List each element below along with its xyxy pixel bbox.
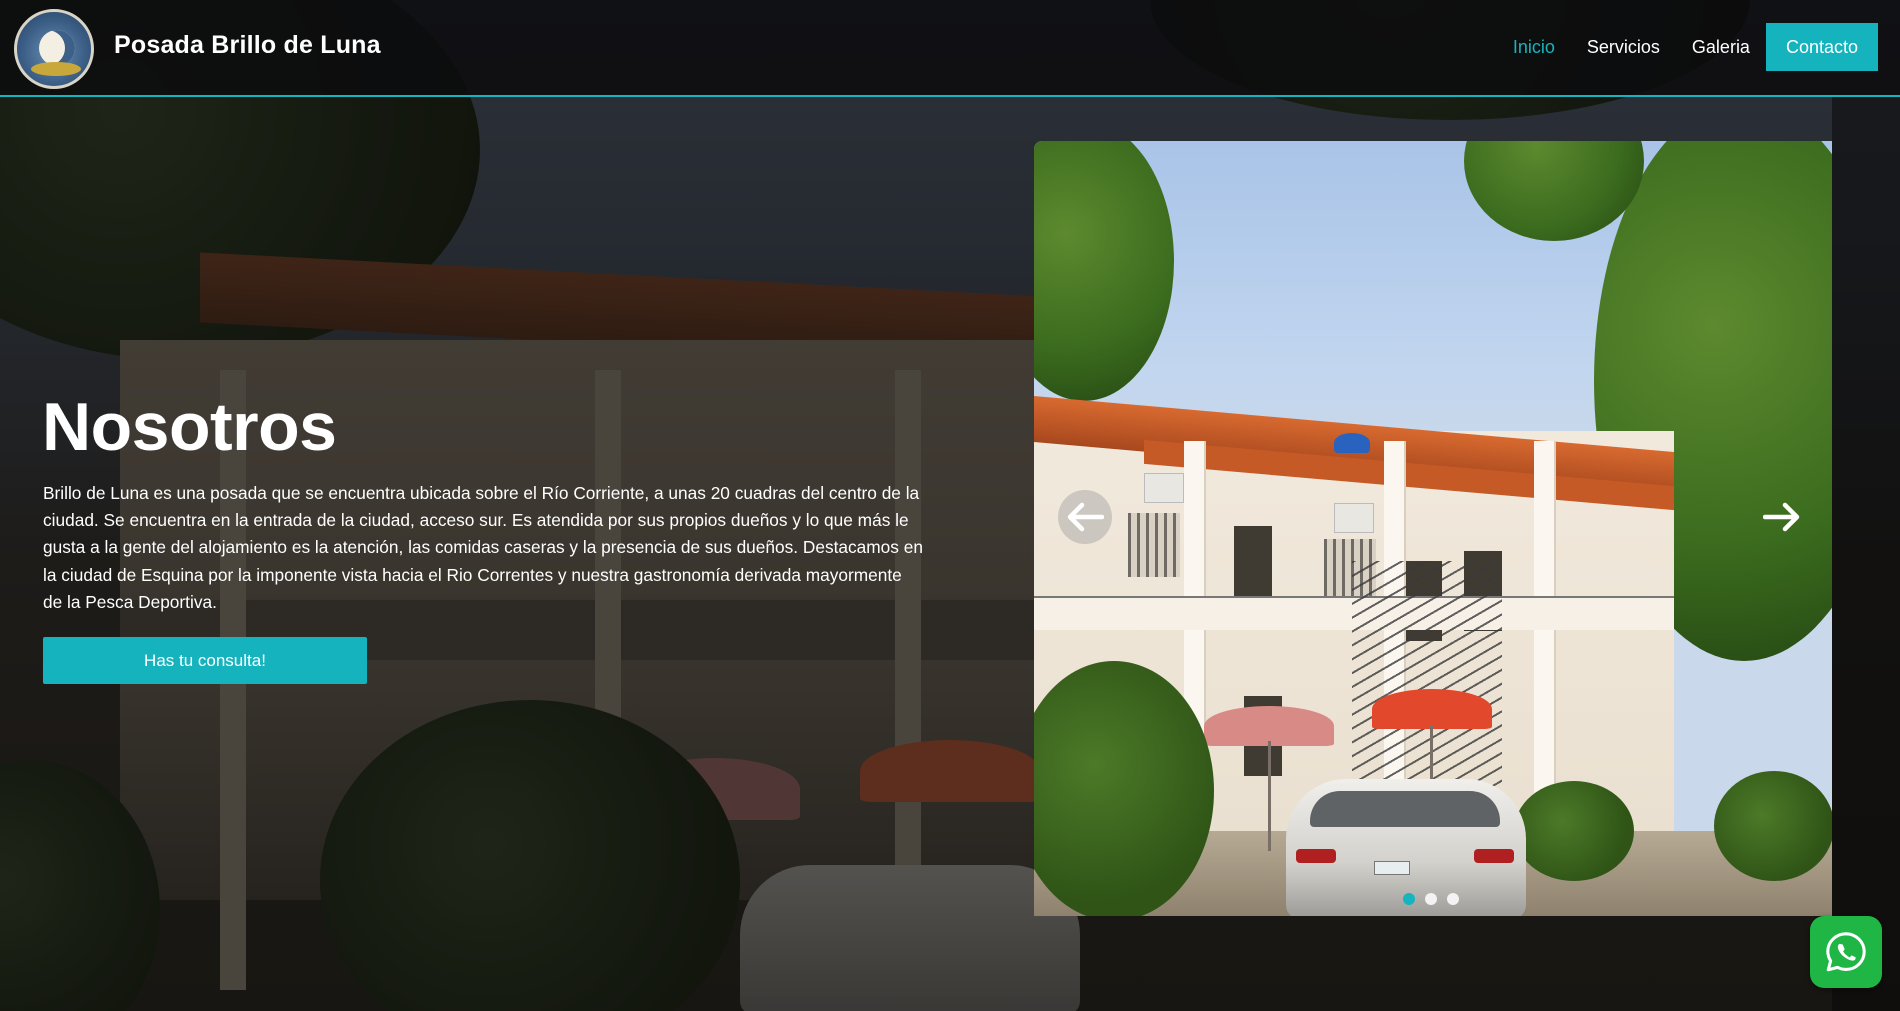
carousel-prev-button[interactable] [1058,490,1112,544]
nav-galeria[interactable]: Galeria [1692,37,1750,58]
posada-logo[interactable] [14,9,94,89]
image-carousel [1034,141,1832,916]
background-edge [1832,97,1900,1011]
nav-contacto-button[interactable]: Contacto [1765,23,1878,71]
arrow-left-icon [1067,502,1104,532]
carousel-dot-2[interactable] [1425,893,1437,905]
carousel-indicators [1403,893,1459,905]
main-nav: Inicio Servicios Galeria Contacto [1513,23,1878,71]
whatsapp-icon [1826,932,1866,972]
about-description: Brillo de Luna es una posada que se encu… [43,483,923,612]
arrow-right-icon [1763,502,1800,532]
nav-servicios[interactable]: Servicios [1587,37,1660,58]
carousel-dot-3[interactable] [1447,893,1459,905]
site-header: Posada Brillo de Luna Inicio Servicios G… [0,0,1900,97]
nav-inicio[interactable]: Inicio [1513,37,1555,58]
carousel-slide-image [1034,141,1832,916]
consulta-button[interactable]: Has tu consulta! [43,637,367,684]
whatsapp-button[interactable] [1810,916,1882,988]
carousel-next-button[interactable] [1755,490,1809,544]
carousel-dot-1[interactable] [1403,893,1415,905]
section-title: Nosotros [42,389,337,465]
brand-name[interactable]: Posada Brillo de Luna [114,31,381,60]
